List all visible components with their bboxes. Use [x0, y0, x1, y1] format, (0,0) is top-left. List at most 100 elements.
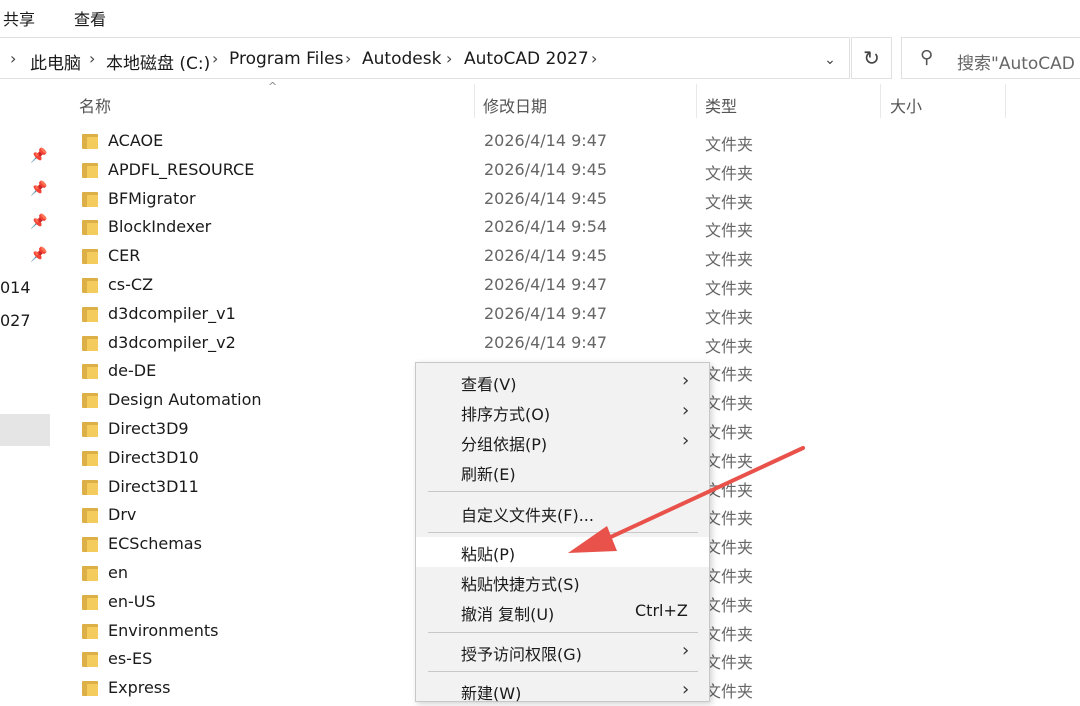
menu-item-view[interactable]: 查看(V) › [416, 367, 709, 397]
file-type: 文件夹 [705, 451, 754, 471]
folder-icon [82, 134, 98, 149]
breadcrumb-autocad[interactable]: AutoCAD 2027 [464, 49, 589, 69]
file-name: cs-CZ [108, 275, 154, 294]
file-row[interactable]: BlockIndexer 2026/4/14 9:54 文件夹 [56, 214, 1080, 243]
menu-item-paste-shortcut[interactable]: 粘贴快捷方式(S) [416, 567, 709, 597]
ribbon-tab-share[interactable]: 共享 [3, 6, 35, 30]
menu-item-new[interactable]: 新建(W) › [416, 676, 709, 706]
folder-icon [82, 566, 98, 581]
file-type: 文件夹 [705, 394, 754, 414]
chevron-right-icon[interactable]: › [345, 49, 351, 68]
chevron-right-icon[interactable]: › [591, 49, 597, 68]
menu-item-label: 新建(W) [461, 684, 522, 703]
file-date: 2026/4/14 9:45 [484, 188, 608, 208]
chevron-down-icon[interactable]: ⌄ [816, 46, 844, 74]
menu-item-customize-folder[interactable]: 自定义文件夹(F)... [416, 498, 709, 528]
folder-icon [82, 162, 98, 178]
search-input[interactable]: ⚲ 搜索"AutoCAD 2 [901, 37, 1080, 79]
menu-divider [428, 671, 698, 672]
folder-icon [82, 393, 98, 409]
file-type: 文件夹 [705, 279, 754, 298]
column-divider[interactable] [696, 84, 697, 118]
file-name: Direct3D10 [108, 447, 199, 467]
search-placeholder: 搜索"AutoCAD 2 [957, 54, 1080, 74]
file-row[interactable]: APDFL_RESOURCE 2026/4/14 9:45 文件夹 [56, 157, 1080, 186]
chevron-right-icon[interactable]: › [446, 49, 452, 68]
file-row[interactable]: CER 2026/4/14 9:45 文件夹 [56, 243, 1080, 272]
pin-icon[interactable]: 📌 [30, 181, 47, 197]
file-row[interactable]: cs-CZ 2026/4/14 9:47 文件夹 [56, 272, 1080, 301]
column-header-name[interactable]: 名称 [79, 93, 111, 127]
refresh-icon: ↻ [863, 46, 880, 70]
menu-divider [428, 491, 698, 492]
breadcrumb-this-pc[interactable]: 此电脑 [30, 49, 81, 74]
pin-icon[interactable]: 📌 [30, 148, 47, 164]
file-name: Environments [108, 620, 219, 640]
pin-icon[interactable]: 📌 [30, 214, 47, 230]
menu-item-label: 排序方式(O) [461, 405, 551, 424]
folder-icon [82, 335, 98, 351]
column-divider[interactable] [1005, 84, 1006, 118]
menu-item-sort[interactable]: 排序方式(O) › [416, 397, 709, 427]
folder-icon [82, 364, 98, 380]
file-row[interactable]: BFMigrator 2026/4/14 9:45 文件夹 [56, 186, 1080, 215]
nav-item[interactable]: 027 [0, 311, 31, 330]
folder-icon [82, 479, 98, 495]
file-type: 文件夹 [705, 682, 754, 702]
nav-item[interactable]: 014 [0, 278, 31, 297]
file-type: 文件夹 [705, 509, 754, 529]
sort-ascending-icon: ^ [268, 80, 278, 93]
file-date: 2026/4/14 9:54 [484, 217, 608, 237]
file-name: ECSchemas [108, 534, 202, 554]
address-bar[interactable]: › 此电脑 › 本地磁盘 (C:) › Program Files › Auto… [0, 37, 850, 79]
folder-icon [82, 652, 98, 668]
chevron-right-icon: › [682, 370, 690, 391]
column-header-size[interactable]: 大小 [890, 93, 922, 127]
menu-divider [428, 632, 698, 633]
chevron-right-icon: › [682, 679, 690, 700]
file-row[interactable]: ACAOE 2026/4/14 9:47 文件夹 [56, 128, 1080, 157]
file-name: Drv [108, 505, 137, 525]
file-name: Direct3D9 [108, 419, 189, 438]
file-name: Direct3D11 [108, 476, 199, 496]
menu-item-label: 自定义文件夹(F)... [461, 506, 594, 525]
menu-item-paste[interactable]: 粘贴(P) [416, 537, 709, 567]
file-row[interactable]: d3dcompiler_v1 2026/4/14 9:47 文件夹 [56, 301, 1080, 330]
menu-shortcut: Ctrl+Z [635, 601, 688, 620]
menu-item-undo-copy[interactable]: 撤消 复制(U) Ctrl+Z [416, 597, 709, 627]
column-divider[interactable] [474, 84, 475, 118]
menu-item-group[interactable]: 分组依据(P) › [416, 427, 709, 457]
menu-item-label: 查看(V) [461, 375, 517, 394]
file-date: 2026/4/14 9:47 [484, 131, 608, 150]
file-name: en-US [108, 591, 156, 611]
file-type: 文件夹 [705, 365, 754, 385]
file-row[interactable]: d3dcompiler_v2 2026/4/14 9:47 文件夹 [56, 330, 1080, 359]
pin-icon[interactable]: 📌 [30, 247, 47, 263]
file-type: 文件夹 [705, 653, 754, 673]
file-name: ACAOE [108, 131, 164, 150]
file-type: 文件夹 [705, 595, 754, 615]
file-type: 文件夹 [705, 624, 754, 644]
chevron-right-icon[interactable]: › [10, 49, 16, 68]
breadcrumb-autodesk[interactable]: Autodesk [362, 49, 441, 69]
menu-item-label: 授予访问权限(G) [461, 645, 582, 664]
file-date: 2026/4/14 9:47 [484, 332, 608, 352]
menu-item-grant-access[interactable]: 授予访问权限(G) › [416, 637, 709, 667]
chevron-right-icon[interactable]: › [212, 49, 218, 68]
search-icon: ⚲ [920, 47, 934, 68]
file-name: d3dcompiler_v2 [108, 332, 236, 352]
breadcrumb-program-files[interactable]: Program Files [229, 49, 343, 69]
refresh-button[interactable]: ↻ [851, 37, 892, 79]
nav-item-selected[interactable] [0, 414, 50, 446]
breadcrumb-local-disk[interactable]: 本地磁盘 (C:) [106, 49, 210, 74]
folder-icon [82, 508, 98, 524]
menu-item-refresh[interactable]: 刷新(E) [416, 457, 709, 487]
folder-icon [82, 220, 98, 236]
column-header-date[interactable]: 修改日期 [483, 93, 547, 127]
column-divider[interactable] [880, 84, 881, 118]
chevron-right-icon[interactable]: › [89, 49, 95, 68]
column-header-type[interactable]: 类型 [705, 93, 737, 127]
ribbon-tab-view[interactable]: 查看 [74, 6, 106, 30]
file-type: 文件夹 [705, 250, 754, 270]
file-type: 文件夹 [705, 192, 754, 212]
